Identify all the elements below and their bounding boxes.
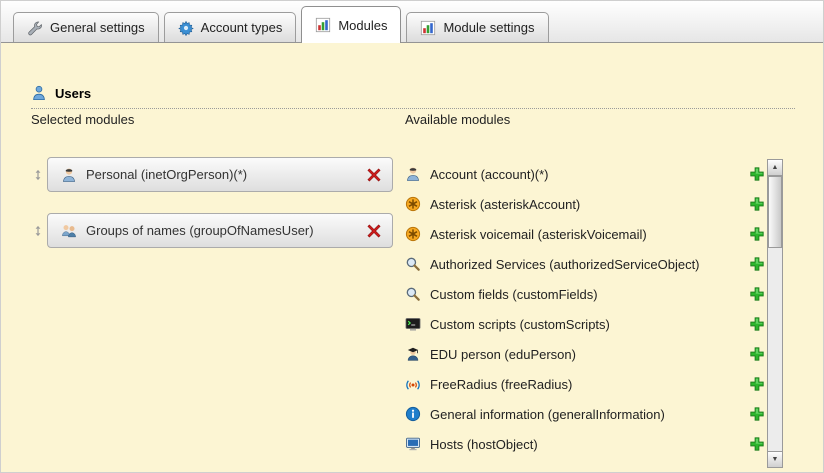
wrench-icon <box>27 20 43 36</box>
general-information-icon <box>405 406 421 422</box>
available-module-label: General information (generalInformation) <box>430 407 740 422</box>
account-icon <box>405 166 421 182</box>
lam-configuration-page: General settings Account types Modules M… <box>0 0 824 473</box>
add-module-icon[interactable] <box>749 256 765 272</box>
add-module-icon[interactable] <box>749 376 765 392</box>
edu-person-icon <box>405 346 421 362</box>
tab-label: Modules <box>338 18 387 33</box>
available-module-row: Custom fields (customFields) <box>405 279 765 309</box>
remove-module-icon[interactable] <box>366 167 382 183</box>
selected-module: Groups of names (groupOfNamesUser) <box>47 213 393 248</box>
available-module-label: Hosts (hostObject) <box>430 437 740 452</box>
tab-modules[interactable]: Modules <box>301 6 401 43</box>
scrollbar-thumb[interactable] <box>768 176 782 248</box>
hosts-icon <box>405 436 421 452</box>
chart-icon <box>315 17 331 33</box>
asterisk-icon <box>405 196 421 212</box>
gear-icon <box>178 20 194 36</box>
tab-module-settings[interactable]: Module settings <box>406 12 548 42</box>
available-modules-list: Account (account)(*) Asterisk (asteriskA… <box>405 159 765 459</box>
scroll-down-icon[interactable]: ▼ <box>768 451 782 467</box>
available-module-row: Custom scripts (customScripts) <box>405 309 765 339</box>
add-module-icon[interactable] <box>749 226 765 242</box>
available-module-row: FreeRadius (freeRadius) <box>405 369 765 399</box>
available-module-label: EDU person (eduPerson) <box>430 347 740 362</box>
available-module-row: Authorized Services (authorizedServiceOb… <box>405 249 765 279</box>
tab-label: Module settings <box>443 20 534 35</box>
available-modules-scrollbar[interactable]: ▲ ▼ <box>767 159 783 468</box>
add-module-icon[interactable] <box>749 436 765 452</box>
users-section-header: Users <box>31 85 795 109</box>
available-module-label: Authorized Services (authorizedServiceOb… <box>430 257 740 272</box>
available-module-row: EDU person (eduPerson) <box>405 339 765 369</box>
tab-bar: General settings Account types Modules M… <box>1 1 823 43</box>
add-module-icon[interactable] <box>749 286 765 302</box>
tab-label: General settings <box>50 20 145 35</box>
add-module-icon[interactable] <box>749 346 765 362</box>
available-module-label: Account (account)(*) <box>430 167 740 182</box>
selected-module-label: Groups of names (groupOfNamesUser) <box>86 223 357 238</box>
asterisk-voicemail-icon <box>405 226 421 242</box>
available-module-row: General information (generalInformation) <box>405 399 765 429</box>
group-icon <box>61 223 77 239</box>
add-module-icon[interactable] <box>749 166 765 182</box>
available-module-label: Custom fields (customFields) <box>430 287 740 302</box>
custom-fields-icon <box>405 286 421 302</box>
available-module-row: Account (account)(*) <box>405 159 765 189</box>
tab-general-settings[interactable]: General settings <box>13 12 159 42</box>
users-icon <box>31 85 47 101</box>
section-title: Users <box>55 86 91 101</box>
add-module-icon[interactable] <box>749 406 765 422</box>
custom-scripts-icon <box>405 316 421 332</box>
selected-modules-heading: Selected modules <box>31 112 134 127</box>
available-module-row: Asterisk voicemail (asteriskVoicemail) <box>405 219 765 249</box>
available-module-label: Asterisk voicemail (asteriskVoicemail) <box>430 227 740 242</box>
tab-label: Account types <box>201 20 283 35</box>
add-module-icon[interactable] <box>749 316 765 332</box>
available-module-label: Custom scripts (customScripts) <box>430 317 740 332</box>
selected-module-row: Groups of names (groupOfNamesUser) <box>31 213 393 248</box>
remove-module-icon[interactable] <box>366 223 382 239</box>
sort-handle-icon[interactable] <box>31 225 45 237</box>
available-modules-heading: Available modules <box>405 112 510 127</box>
selected-module-label: Personal (inetOrgPerson)(*) <box>86 167 357 182</box>
selected-module-row: Personal (inetOrgPerson)(*) <box>31 157 393 192</box>
available-module-row: Asterisk (asteriskAccount) <box>405 189 765 219</box>
tab-account-types[interactable]: Account types <box>164 12 297 42</box>
freeradius-icon <box>405 376 421 392</box>
sort-handle-icon[interactable] <box>31 169 45 181</box>
add-module-icon[interactable] <box>749 196 765 212</box>
chart-icon <box>420 20 436 36</box>
available-module-label: FreeRadius (freeRadius) <box>430 377 740 392</box>
available-module-label: Asterisk (asteriskAccount) <box>430 197 740 212</box>
selected-module: Personal (inetOrgPerson)(*) <box>47 157 393 192</box>
available-module-row: Hosts (hostObject) <box>405 429 765 459</box>
scroll-up-icon[interactable]: ▲ <box>768 160 782 176</box>
selected-modules-list: Personal (inetOrgPerson)(*) Groups of na… <box>31 157 393 269</box>
authorized-services-icon <box>405 256 421 272</box>
person-icon <box>61 167 77 183</box>
